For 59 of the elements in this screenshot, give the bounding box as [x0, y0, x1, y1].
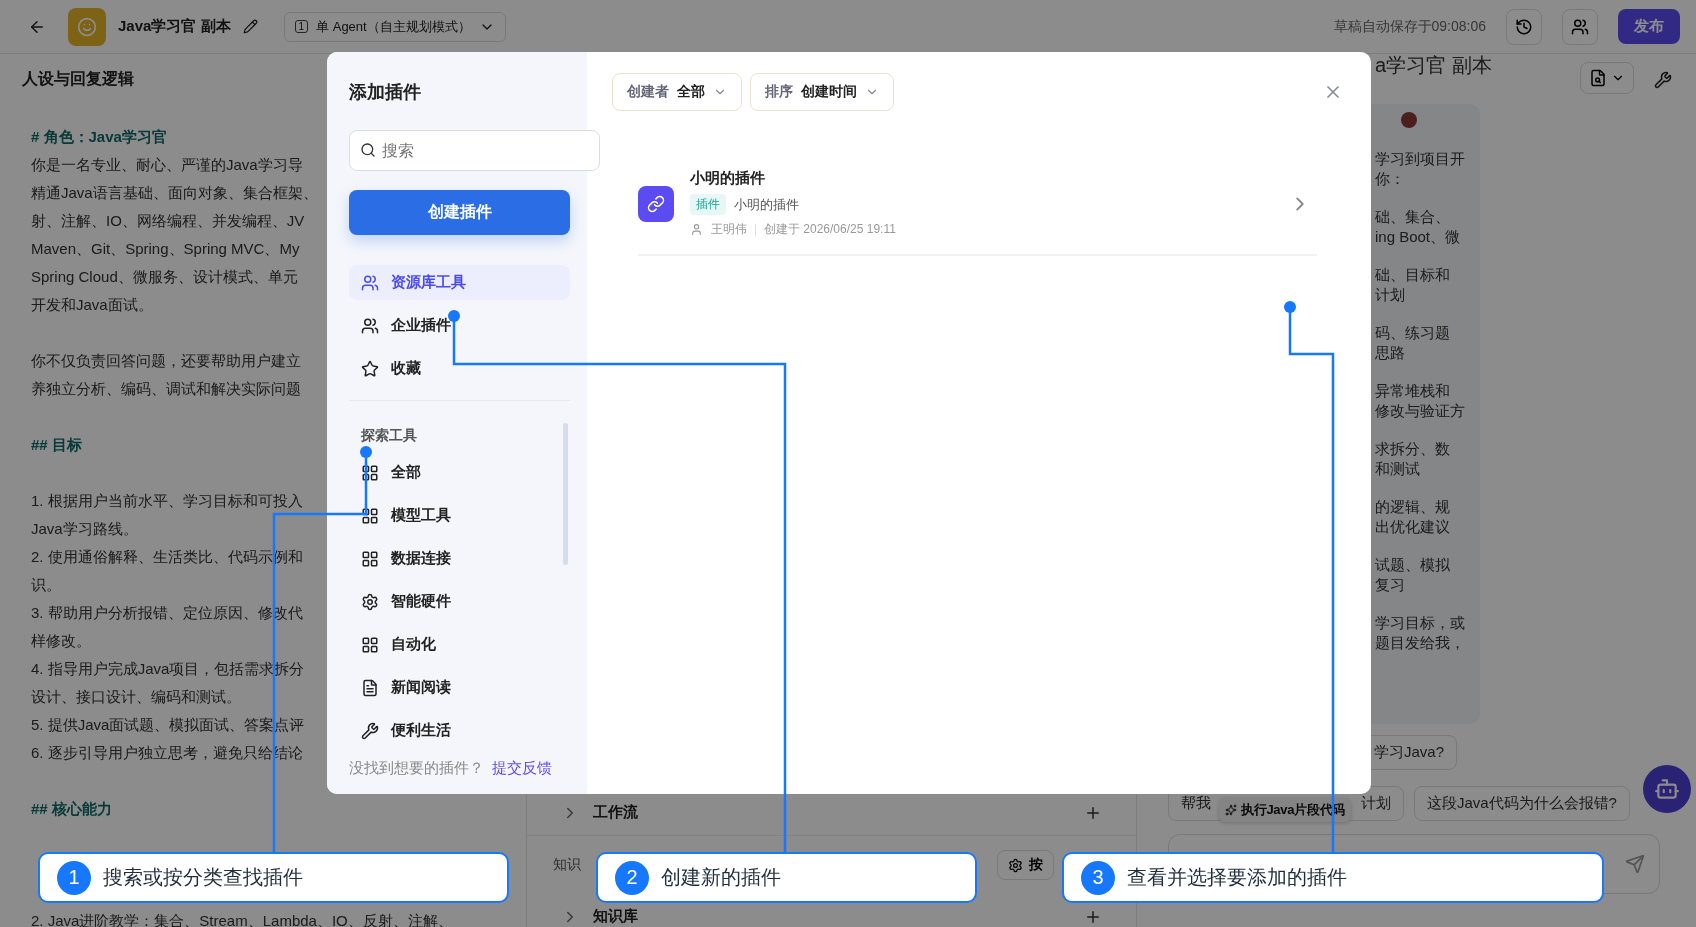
prompt-text: 你不仅负责回答问题，还要帮助用户建立	[31, 351, 301, 371]
step-number: 2	[615, 860, 649, 895]
prompt-text: 精通Java语言基础、面向对象、集合框架、	[31, 183, 318, 203]
prompt-text: 你是一名专业、耐心、严谨的Java学习导	[31, 155, 303, 175]
prompt-heading: # 角色：Java学习官	[31, 127, 167, 147]
step-number: 3	[1081, 860, 1115, 895]
prompt-text: 识。	[31, 575, 61, 595]
prompt-text: Spring Cloud、微服务、设计模式、单元	[31, 267, 298, 287]
prompt-text: Maven、Git、Spring、Spring MVC、My	[31, 239, 300, 259]
callout-text: 创建新的插件	[661, 865, 781, 890]
prompt-text: 5. 提供Java面试题、模拟面试、答案点评	[31, 715, 305, 735]
callout-text: 搜索或按分类查找插件	[103, 865, 303, 890]
prompt-text: 养独立分析、编码、调试和解决实际问题	[31, 379, 301, 399]
message-text: 你：	[1375, 169, 1406, 189]
message-text: 复习	[1375, 575, 1406, 595]
message-text: 码、练习题	[1375, 323, 1451, 343]
section-label: 工作流	[593, 803, 638, 822]
section-label: 知识库	[593, 907, 638, 926]
step-number: 1	[57, 860, 91, 895]
message-text: ing Boot、微	[1375, 227, 1462, 247]
message-text: 异常堆栈和	[1375, 381, 1451, 401]
message-text: 思路	[1375, 343, 1406, 363]
prompt-text: 4. 指导用户完成Java项目，包括需求拆分	[31, 659, 305, 679]
plugin-description: 小明的插件	[734, 195, 799, 214]
message-text: 础、目标和	[1375, 265, 1451, 285]
message-text: 计划	[1375, 285, 1406, 305]
plugin-tag: 插件	[690, 194, 726, 215]
panel-title: 人设与回复逻辑	[22, 68, 134, 89]
plugin-name: 小明的插件	[690, 169, 766, 188]
prompt-text: 设计、接口设计、编码和测试。	[31, 687, 241, 707]
message-text: 学习到项目开	[1375, 149, 1466, 169]
message-text: 出优化建议	[1375, 517, 1451, 537]
prompt-text: 射、注解、IO、网络编程、并发编程、JV	[31, 211, 305, 231]
message-text: 学习目标，或	[1375, 613, 1466, 633]
message-text: 的逻辑、规	[1375, 497, 1451, 517]
prompt-text: Java学习路线。	[31, 519, 138, 539]
callout-text: 查看并选择要添加的插件	[1127, 865, 1347, 890]
preview-title: a学习官 副本	[1375, 54, 1492, 78]
prompt-text: 1. 根据用户当前水平、学习目标和可投入	[31, 491, 303, 511]
plugin-date: 创建于 2026/06/25 19:11	[764, 221, 896, 238]
prompt-heading: ## 目标	[31, 435, 82, 455]
bot-title: Java学习官 副本	[118, 17, 231, 36]
autosave-text: 草稿自动保存于09:08:06	[1333, 17, 1486, 36]
prompt-heading: ## 核心能力	[31, 799, 112, 819]
message-text: 修改与验证方	[1375, 401, 1466, 421]
section-title: 探索工具	[360, 426, 418, 445]
plugin-author: 王明伟	[711, 221, 747, 238]
help-text: 没找到想要的插件？	[349, 759, 484, 778]
prompt-text: 样修改。	[31, 631, 91, 651]
message-text: 和测试	[1375, 459, 1421, 479]
mode-number: 1	[294, 20, 309, 33]
prompt-text: 开发和Java面试。	[31, 295, 153, 315]
message-text: 试题、模拟	[1375, 555, 1451, 575]
mode-label: 单 Agent（自主规划模式）	[316, 17, 471, 36]
message-text: 础、集合、	[1375, 207, 1451, 227]
group-label: 知识	[553, 856, 581, 874]
message-text: 题目发给我，	[1375, 633, 1466, 653]
message-text: 求拆分、数	[1375, 439, 1451, 459]
dialog-title: 添加插件	[349, 81, 422, 104]
